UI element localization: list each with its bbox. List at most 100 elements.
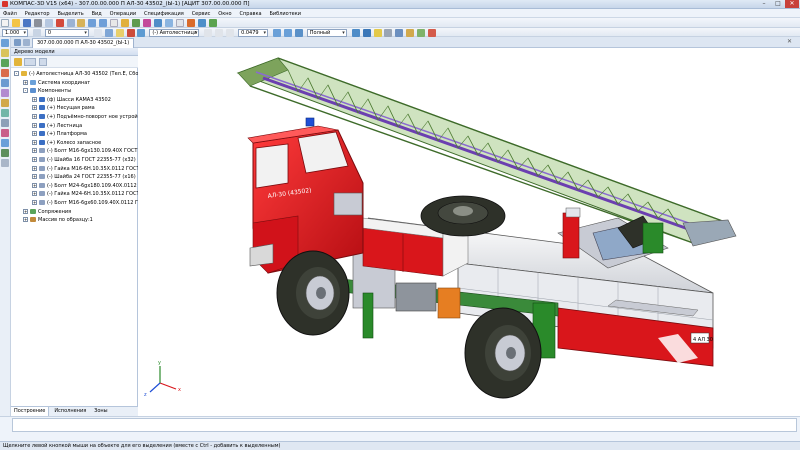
paste-icon[interactable] xyxy=(77,19,86,27)
library-manager-icon[interactable] xyxy=(121,19,130,27)
hidden-lines-icon[interactable] xyxy=(384,29,393,37)
zoom-fit-icon[interactable] xyxy=(272,29,281,37)
expand-icon[interactable]: + xyxy=(32,122,37,128)
surfaces-icon[interactable] xyxy=(1,79,9,87)
close-tab-icon[interactable]: ✕ xyxy=(787,38,792,45)
expand-icon[interactable]: + xyxy=(32,105,37,111)
tab-variants[interactable]: Исполнения xyxy=(51,407,89,416)
section-icon[interactable] xyxy=(406,29,415,37)
fuel-tank[interactable] xyxy=(395,282,437,312)
control-panel[interactable] xyxy=(562,212,580,259)
spare-wheel[interactable] xyxy=(420,195,506,237)
geometry-icon[interactable] xyxy=(1,69,9,77)
tree-node[interactable]: - Компоненты xyxy=(23,87,71,95)
tree-node[interactable]: + (+) Колесо запасное xyxy=(32,139,101,147)
expand-icon[interactable]: + xyxy=(32,157,37,162)
tree-sort-icon[interactable] xyxy=(39,58,47,66)
model-viewport[interactable]: 4 АЛ 30 АЛ-30 (43502) x y z xyxy=(138,48,800,416)
highlight-icon[interactable] xyxy=(115,29,124,37)
filter-icon[interactable] xyxy=(428,29,437,37)
expand-icon[interactable]: + xyxy=(32,114,37,119)
expand-icon[interactable]: + xyxy=(32,191,37,197)
cursor-icon[interactable] xyxy=(104,29,113,37)
tab-construction[interactable]: Построение xyxy=(11,407,50,416)
expand-icon[interactable]: + xyxy=(32,165,37,171)
tree-node[interactable]: + (+) Несущая рама xyxy=(32,104,95,112)
expand-icon[interactable]: + xyxy=(32,139,37,145)
expand-icon[interactable]: + xyxy=(32,200,37,205)
help-icon[interactable] xyxy=(153,19,162,27)
tab-menu-icon[interactable] xyxy=(14,39,21,46)
zoom-combo[interactable]: 0.0479 xyxy=(238,29,269,37)
menu-file[interactable]: Файл xyxy=(0,9,20,18)
expand-icon[interactable]: + xyxy=(32,182,37,188)
pan-icon[interactable] xyxy=(208,19,217,27)
tree-view-mode-icon[interactable] xyxy=(24,58,36,66)
layer-manager-icon[interactable] xyxy=(93,29,102,37)
rotate-icon[interactable] xyxy=(197,19,206,27)
expand-icon[interactable]: + xyxy=(32,96,37,102)
expand-icon[interactable]: + xyxy=(32,174,37,180)
shaded-edges-icon[interactable] xyxy=(362,29,371,37)
redo-icon[interactable] xyxy=(99,19,108,27)
variables-icon[interactable] xyxy=(132,19,141,27)
cut-icon[interactable] xyxy=(55,19,64,27)
expand-icon[interactable]: + xyxy=(32,148,37,154)
preview-icon[interactable] xyxy=(44,19,53,27)
dimensions-icon[interactable] xyxy=(1,99,9,107)
spec-settings-icon[interactable] xyxy=(204,29,213,37)
menu-select[interactable]: Выделить xyxy=(54,9,86,18)
elements-icon[interactable] xyxy=(1,149,9,157)
tab-list-icon[interactable] xyxy=(23,39,30,46)
tree-node[interactable]: + (-) Болт М16-6gх130.109.40Х ГОСТ 7798 xyxy=(32,147,152,155)
spec-tool-icon[interactable] xyxy=(1,129,9,137)
state-icon[interactable] xyxy=(32,29,41,37)
minimize-button[interactable]: – xyxy=(757,0,771,8)
perspective-icon[interactable] xyxy=(395,29,404,37)
scale-combo[interactable]: 1.000 xyxy=(2,29,28,37)
tree-node[interactable]: + (-) Болт М16-6gх60.109.40Х.0112 ГОСТ 7 xyxy=(32,199,153,207)
specification-combo[interactable]: (-) Автолестница АЛ xyxy=(149,29,200,37)
menu-view[interactable]: Вид xyxy=(89,9,105,18)
menu-specification[interactable]: Спецификация xyxy=(141,9,187,18)
menu-help[interactable]: Справка xyxy=(237,9,265,18)
tree-node[interactable]: + (-) Болт М24-6gх180.109.40Х.0112 ГОСТ xyxy=(32,182,152,190)
expand-icon[interactable]: + xyxy=(23,217,28,223)
print-icon[interactable] xyxy=(33,19,42,27)
tree-node[interactable]: + (-) Гайка М24-6Н.10.35Х.0112 ГОСТ 591 xyxy=(32,190,151,198)
expand-icon[interactable]: + xyxy=(23,208,28,214)
shaded-icon[interactable] xyxy=(351,29,360,37)
component-ops-icon[interactable] xyxy=(1,49,9,57)
tree-node[interactable]: + (+) Лестница xyxy=(32,122,82,130)
layer-combo[interactable]: 0 xyxy=(44,29,89,37)
tree-node[interactable]: + (+) Подъёмно-поворот ное устройств xyxy=(32,113,146,121)
mates-tool-icon[interactable] xyxy=(1,59,9,67)
tree-node[interactable]: + (ф) Шасси КАМАЗ 43502 xyxy=(32,96,111,104)
arrays-icon[interactable] xyxy=(1,89,9,97)
new-file-icon[interactable] xyxy=(1,19,9,27)
diagnostics-icon[interactable] xyxy=(1,109,9,117)
wireframe-icon[interactable] xyxy=(373,29,382,37)
view-direction-icon[interactable] xyxy=(294,29,303,37)
copy-icon[interactable] xyxy=(66,19,75,27)
snap-icon[interactable] xyxy=(175,19,184,27)
tab-zones[interactable]: Зоны xyxy=(91,407,110,416)
tree-node[interactable]: + (-) Шайба 16 ГОСТ 22355-77 (х32) xyxy=(32,156,136,164)
zoom-in-icon[interactable] xyxy=(215,29,224,37)
tree-node[interactable]: + (-) Гайка М16-6Н.10.35Х.0112 ГОСТ 591 xyxy=(32,165,151,173)
tree-node[interactable]: + Система координат xyxy=(23,79,90,87)
grid-icon[interactable] xyxy=(164,19,173,27)
undo-icon[interactable] xyxy=(88,19,97,27)
close-button[interactable]: ✕ xyxy=(785,0,799,8)
tree-node[interactable]: + (+) Платформа xyxy=(32,130,87,138)
tree-filter-icon[interactable] xyxy=(14,58,22,66)
sheet-metal-icon[interactable] xyxy=(1,119,9,127)
expand-icon[interactable]: + xyxy=(23,79,28,85)
orient-icon[interactable] xyxy=(283,29,292,37)
properties-icon[interactable] xyxy=(110,19,119,27)
tree-node[interactable]: + (-) Шайба 24 ГОСТ 22355-77 (х16) xyxy=(32,173,136,181)
measure-icon[interactable] xyxy=(142,19,151,27)
color-icon[interactable] xyxy=(417,29,426,37)
edit-assembly-icon[interactable] xyxy=(1,39,9,47)
report-icon[interactable] xyxy=(1,139,9,147)
